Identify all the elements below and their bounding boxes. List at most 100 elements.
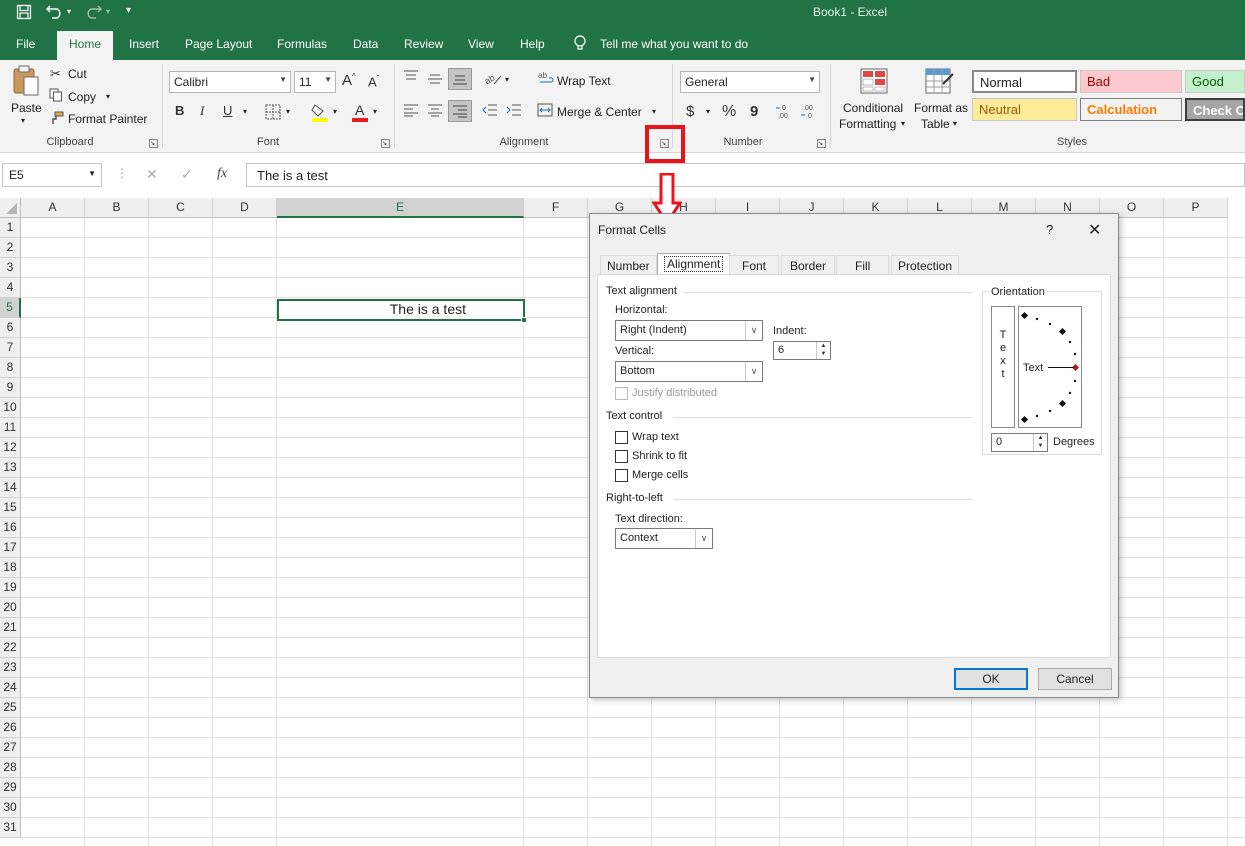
currency-dropdown-icon[interactable]: ▾ [706,107,710,116]
wrap-text-checkbox[interactable] [615,431,628,444]
row-header[interactable]: 29 [0,778,21,798]
horizontal-select[interactable]: Right (Indent) ∨ [615,320,763,341]
tab-help[interactable]: Help [520,37,545,51]
underline-dropdown-icon[interactable]: ▾ [243,107,247,116]
bottom-align-icon[interactable] [448,68,472,90]
decrease-indent-icon[interactable] [482,103,498,120]
conditional-formatting-label[interactable]: Conditional [843,101,903,115]
orientation-dial[interactable]: Text [1018,306,1082,428]
conditional-formatting-icon[interactable] [860,68,888,97]
undo-icon[interactable] [46,3,64,22]
style-bad[interactable]: Bad [1080,70,1182,93]
font-color-icon[interactable]: A [351,102,369,125]
tab-page-layout[interactable]: Page Layout [185,37,252,51]
row-header[interactable]: 11 [0,418,21,438]
align-center-icon[interactable] [427,103,443,120]
save-icon[interactable] [16,4,32,23]
tab-home[interactable]: Home [57,31,114,60]
orientation-dropdown-icon[interactable]: ▾ [505,75,509,84]
format-painter-button[interactable]: Format Painter [68,112,147,126]
fill-handle[interactable] [521,317,527,323]
italic-button[interactable]: I [200,103,204,119]
increase-decimal-icon[interactable]: 0.00 [776,103,794,122]
row-header[interactable]: 12 [0,438,21,458]
tab-file[interactable]: File [16,37,35,51]
copy-dropdown-icon[interactable]: ▾ [106,92,110,101]
top-align-icon[interactable] [403,70,419,87]
tab-data[interactable]: Data [353,37,378,51]
tab-font[interactable]: Font [729,255,780,274]
merge-center-icon[interactable] [537,103,553,120]
justify-distributed-checkbox[interactable] [615,387,628,400]
row-header[interactable]: 15 [0,498,21,518]
row-header[interactable]: 3 [0,258,21,278]
decrease-font-size-icon[interactable]: Aˇ [368,74,379,89]
row-header[interactable]: 10 [0,398,21,418]
increase-font-size-icon[interactable]: A^ [342,72,356,89]
middle-align-icon[interactable] [427,72,443,89]
name-box[interactable]: E5 ▼ [2,163,102,187]
font-color-dropdown-icon[interactable]: ▾ [373,107,377,116]
help-icon[interactable]: ? [1046,222,1053,237]
font-dialog-launcher[interactable]: ↘ [381,139,390,148]
tab-view[interactable]: View [468,37,494,51]
style-good[interactable]: Good [1185,70,1245,93]
align-right-icon[interactable] [448,100,472,122]
decrease-decimal-icon[interactable]: .00 0 [801,103,819,122]
merge-dropdown-icon[interactable]: ▾ [652,107,656,116]
copy-button[interactable]: Copy [68,90,96,104]
row-header[interactable]: 27 [0,738,21,758]
conditional-dropdown-icon[interactable]: ▾ [901,119,905,128]
style-calculation[interactable]: Calculation [1080,98,1182,121]
paste-dropdown-icon[interactable]: ▾ [21,116,25,125]
row-header[interactable]: 28 [0,758,21,778]
ok-button[interactable]: OK [954,668,1028,690]
column-header[interactable]: B [85,198,149,218]
row-header[interactable]: 18 [0,558,21,578]
format-as-table-label[interactable]: Format as [914,101,968,115]
degrees-spinner[interactable]: 0 ▲ ▼ [991,433,1048,452]
insert-function-icon[interactable]: fx [217,166,227,182]
spinner-arrows-icon[interactable]: ▲ ▼ [1033,434,1047,451]
cut-button[interactable]: Cut [68,67,87,81]
tab-formulas[interactable]: Formulas [277,37,327,51]
paste-button[interactable]: Paste [11,101,42,115]
row-header[interactable]: 16 [0,518,21,538]
formula-bar-options-icon[interactable]: ⋮ [116,166,128,180]
enter-icon[interactable]: ✓ [181,166,193,183]
row-header[interactable]: 30 [0,798,21,818]
vertical-text-button[interactable]: T e x t [991,306,1015,428]
row-header[interactable]: 5 [0,298,21,318]
row-header[interactable]: 13 [0,458,21,478]
tab-insert[interactable]: Insert [129,37,159,51]
font-name-combo[interactable]: Calibri ▼ [169,71,291,93]
orientation-icon[interactable]: ab [483,70,502,89]
row-header[interactable]: 22 [0,638,21,658]
tab-border[interactable]: Border [781,255,836,274]
merge-cells-checkbox[interactable] [615,469,628,482]
row-header[interactable]: 25 [0,698,21,718]
column-header[interactable]: F [524,198,588,218]
row-header[interactable]: 19 [0,578,21,598]
clipboard-dialog-launcher[interactable]: ↘ [149,139,158,148]
text-direction-select[interactable]: Context ∨ [615,528,713,549]
column-header[interactable]: E [277,198,524,218]
row-header[interactable]: 23 [0,658,21,678]
selected-cell-e5[interactable]: The is a test [277,299,527,323]
increase-indent-icon[interactable] [506,103,522,120]
row-header[interactable]: 1 [0,218,21,238]
tab-fill[interactable]: Fill [836,255,890,274]
cancel-icon[interactable]: ✕ [146,166,158,183]
column-header[interactable]: A [21,198,85,218]
shrink-to-fit-checkbox[interactable] [615,450,628,463]
row-header[interactable]: 17 [0,538,21,558]
style-check-cell[interactable]: Check Cell [1185,98,1245,121]
row-header[interactable]: 7 [0,338,21,358]
row-header[interactable]: 8 [0,358,21,378]
row-header[interactable]: 2 [0,238,21,258]
cut-icon[interactable]: ✂ [50,66,61,82]
wrap-text-button[interactable]: Wrap Text [557,74,611,88]
column-header[interactable]: C [149,198,213,218]
fill-color-icon[interactable] [311,102,329,125]
currency-button[interactable]: $ [686,103,694,120]
